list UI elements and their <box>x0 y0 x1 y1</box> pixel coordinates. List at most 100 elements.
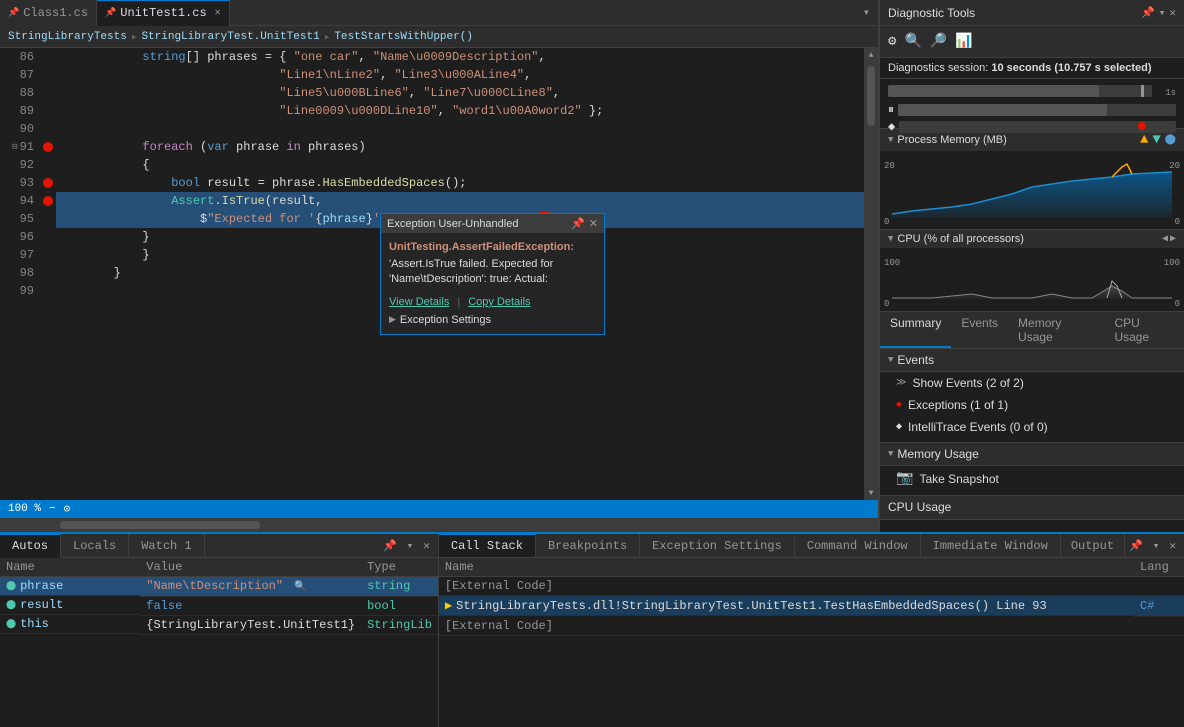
table-row[interactable]: ⬤ phrase "Name\tDescription" 🔍 string <box>0 577 438 597</box>
tab-breakpoints[interactable]: Breakpoints <box>536 534 640 558</box>
zoom-decrease[interactable]: − <box>49 503 56 515</box>
events-header: ▼ Events <box>880 349 1184 372</box>
tab-locals[interactable]: Locals <box>61 534 129 558</box>
var-name-phrase: phrase <box>20 579 63 593</box>
var-name-result: result <box>20 598 63 612</box>
diamond-icon: ◆ <box>888 119 895 134</box>
event-show-events[interactable]: ≫ Show Events (2 of 2) <box>880 372 1184 394</box>
exception-settings-label[interactable]: Exception Settings <box>400 314 491 326</box>
close-exception-icon[interactable]: ✕ <box>589 217 598 230</box>
table-row[interactable]: [External Code] <box>439 616 1184 635</box>
take-snapshot-btn[interactable]: 📷 Take Snapshot <box>880 466 1184 491</box>
autos-menu-btn[interactable]: ▾ <box>403 537 418 555</box>
tab-call-stack[interactable]: Call Stack <box>439 534 536 558</box>
cpu-arrow: ▼ <box>888 234 893 244</box>
cpu-title: CPU (% of all processors) <box>897 233 1024 245</box>
var-icon-this: ⬤ <box>6 619 16 629</box>
camera-icon: 📷 <box>896 470 913 487</box>
cs-menu-btn[interactable]: ▾ <box>1149 537 1164 555</box>
pause-icon[interactable]: ⏸ <box>888 103 894 117</box>
exceptions-label: Exceptions (1 of 1) <box>908 398 1008 412</box>
search-icon-phrase[interactable]: 🔍 <box>294 582 306 593</box>
autos-panel: Autos Locals Watch 1 📌 ▾ ✕ <box>0 534 439 727</box>
editor-hscroll[interactable] <box>0 518 878 532</box>
code-line-89: "Line0009\u000DLine10", "word1\u00A0word… <box>56 102 864 120</box>
breakpoint-91 <box>43 142 53 152</box>
diag-tab-cpu[interactable]: CPU Usage <box>1104 312 1184 348</box>
cs-close-btn[interactable]: ✕ <box>1165 537 1180 555</box>
pm-icon2: ▼ <box>1152 132 1160 148</box>
tab-command-window[interactable]: Command Window <box>795 534 921 558</box>
table-row[interactable]: ⬤ this {StringLibraryTest.UnitTest1} Str… <box>0 615 438 634</box>
diag-title: Diagnostic Tools <box>888 6 975 20</box>
cs-col-lang: Lang <box>1134 558 1184 577</box>
close-icon-unittest1[interactable]: ✕ <box>215 7 221 19</box>
breadcrumb-sep1: ▸ <box>131 30 138 44</box>
autos-close-btn[interactable]: ✕ <box>419 537 434 555</box>
cs-entry-main: StringLibraryTests.dll!StringLibraryTest… <box>456 599 1047 613</box>
view-details-link[interactable]: View Details <box>389 296 449 308</box>
event-intellitrace[interactable]: ◆ IntelliTrace Events (0 of 0) <box>880 416 1184 438</box>
var-icon-result: ⬤ <box>6 600 16 610</box>
tab-class1[interactable]: 📌 Class1.cs <box>0 0 97 26</box>
col-value: Value <box>140 558 361 577</box>
diag-tab-events[interactable]: Events <box>951 312 1008 348</box>
exception-popup-header: Exception User-Unhandled 📌 ✕ <box>381 214 604 233</box>
editor-tab-bar: 📌 Class1.cs 📌 UnitTest1.cs ✕ ▾ <box>0 0 878 26</box>
diag-tabs: Summary Events Memory Usage CPU Usage <box>880 312 1184 349</box>
intellitrace-icon: ◆ <box>896 421 902 433</box>
pin-icon-unittest1: 📌 <box>105 8 116 18</box>
scroll-up-btn[interactable]: ▲ <box>864 48 878 62</box>
cpu-header: ▼ CPU (% of all processors) ◀ ▶ <box>880 230 1184 248</box>
breadcrumb-bar: StringLibraryTests ▸ StringLibraryTest.U… <box>0 26 878 48</box>
diag-gear-icon[interactable]: ⚙ <box>888 33 896 50</box>
diag-chart-icon[interactable]: 📊 <box>955 33 972 50</box>
call-stack-tab-bar: Call Stack Breakpoints Exception Setting… <box>439 534 1184 558</box>
breadcrumb-class[interactable]: StringLibraryTest.UnitTest1 <box>141 31 319 43</box>
cs-pin-btn[interactable]: 📌 <box>1125 537 1147 555</box>
session-label: Diagnostics session: <box>888 62 988 74</box>
scroll-down-btn[interactable]: ▼ <box>864 486 878 500</box>
tab-immediate-window[interactable]: Immediate Window <box>921 534 1061 558</box>
table-row[interactable]: ▶ StringLibraryTests.dll!StringLibraryTe… <box>439 596 1184 617</box>
autos-table-container: Name Value Type <box>0 558 438 727</box>
breadcrumb-method[interactable]: TestStartsWithUpper() <box>334 31 473 43</box>
cpu-left-scroll[interactable]: ◀ <box>1162 233 1168 245</box>
diag-tab-memory[interactable]: Memory Usage <box>1008 312 1104 348</box>
exception-settings-arrow: ▶ <box>389 314 396 325</box>
intellitrace-label: IntelliTrace Events (0 of 0) <box>908 420 1048 434</box>
tab-exception-settings[interactable]: Exception Settings <box>640 534 795 558</box>
tab-expand-btn[interactable]: ▾ <box>855 5 878 20</box>
diag-tab-summary[interactable]: Summary <box>880 312 951 348</box>
cs-col-name: Name <box>439 558 1134 577</box>
diag-close-btn[interactable]: ✕ <box>1169 6 1176 20</box>
process-memory-section: ▼ Process Memory (MB) ▲ ▼ ⬤ 20 20 0 0 <box>880 129 1184 230</box>
diag-zoom-in-icon[interactable]: 🔎 <box>930 33 947 50</box>
pm-title: Process Memory (MB) <box>897 134 1006 146</box>
table-row[interactable]: [External Code] <box>439 577 1184 596</box>
timeline-area: 1s ⏸ ◆ <box>880 79 1184 129</box>
var-value-phrase: "Name\tDescription" <box>146 579 283 593</box>
cpu-right-scroll[interactable]: ▶ <box>1170 233 1176 245</box>
breadcrumb-project[interactable]: StringLibraryTests <box>8 31 127 43</box>
diag-menu-btn[interactable]: ▾ <box>1159 6 1166 20</box>
zoom-scroll[interactable]: ⊙ <box>64 502 71 516</box>
cpu-usage-label: CPU Usage <box>880 495 1184 520</box>
code-line-87: "Line1\nLine2", "Line3\u000ALine4", <box>56 66 864 84</box>
tab-output[interactable]: Output <box>1061 534 1125 558</box>
line-numbers: 86 87 88 89 90 ⊟91 92 93 94 95 96 97 <box>0 48 40 500</box>
tab-watch1[interactable]: Watch 1 <box>129 534 204 558</box>
tab-autos[interactable]: Autos <box>0 534 61 558</box>
tab-unittest1[interactable]: 📌 UnitTest1.cs ✕ <box>97 0 230 26</box>
table-row[interactable]: ⬤ result false bool <box>0 596 438 615</box>
event-exceptions[interactable]: ◆ Exceptions (1 of 1) <box>880 394 1184 416</box>
diag-pin-btn[interactable]: 📌 <box>1141 6 1155 20</box>
editor-vscroll[interactable] <box>864 62 878 486</box>
editor-body: ▲ 86 87 88 89 90 ⊟91 92 93 94 <box>0 48 878 500</box>
copy-details-link[interactable]: Copy Details <box>468 296 530 308</box>
autos-pin-btn[interactable]: 📌 <box>379 537 401 555</box>
col-name: Name <box>0 558 140 577</box>
pin-exception-icon[interactable]: 📌 <box>571 217 585 230</box>
diag-zoom-out-icon[interactable]: 🔍 <box>904 33 921 50</box>
bottom-panels: Autos Locals Watch 1 📌 ▾ ✕ <box>0 532 1184 727</box>
